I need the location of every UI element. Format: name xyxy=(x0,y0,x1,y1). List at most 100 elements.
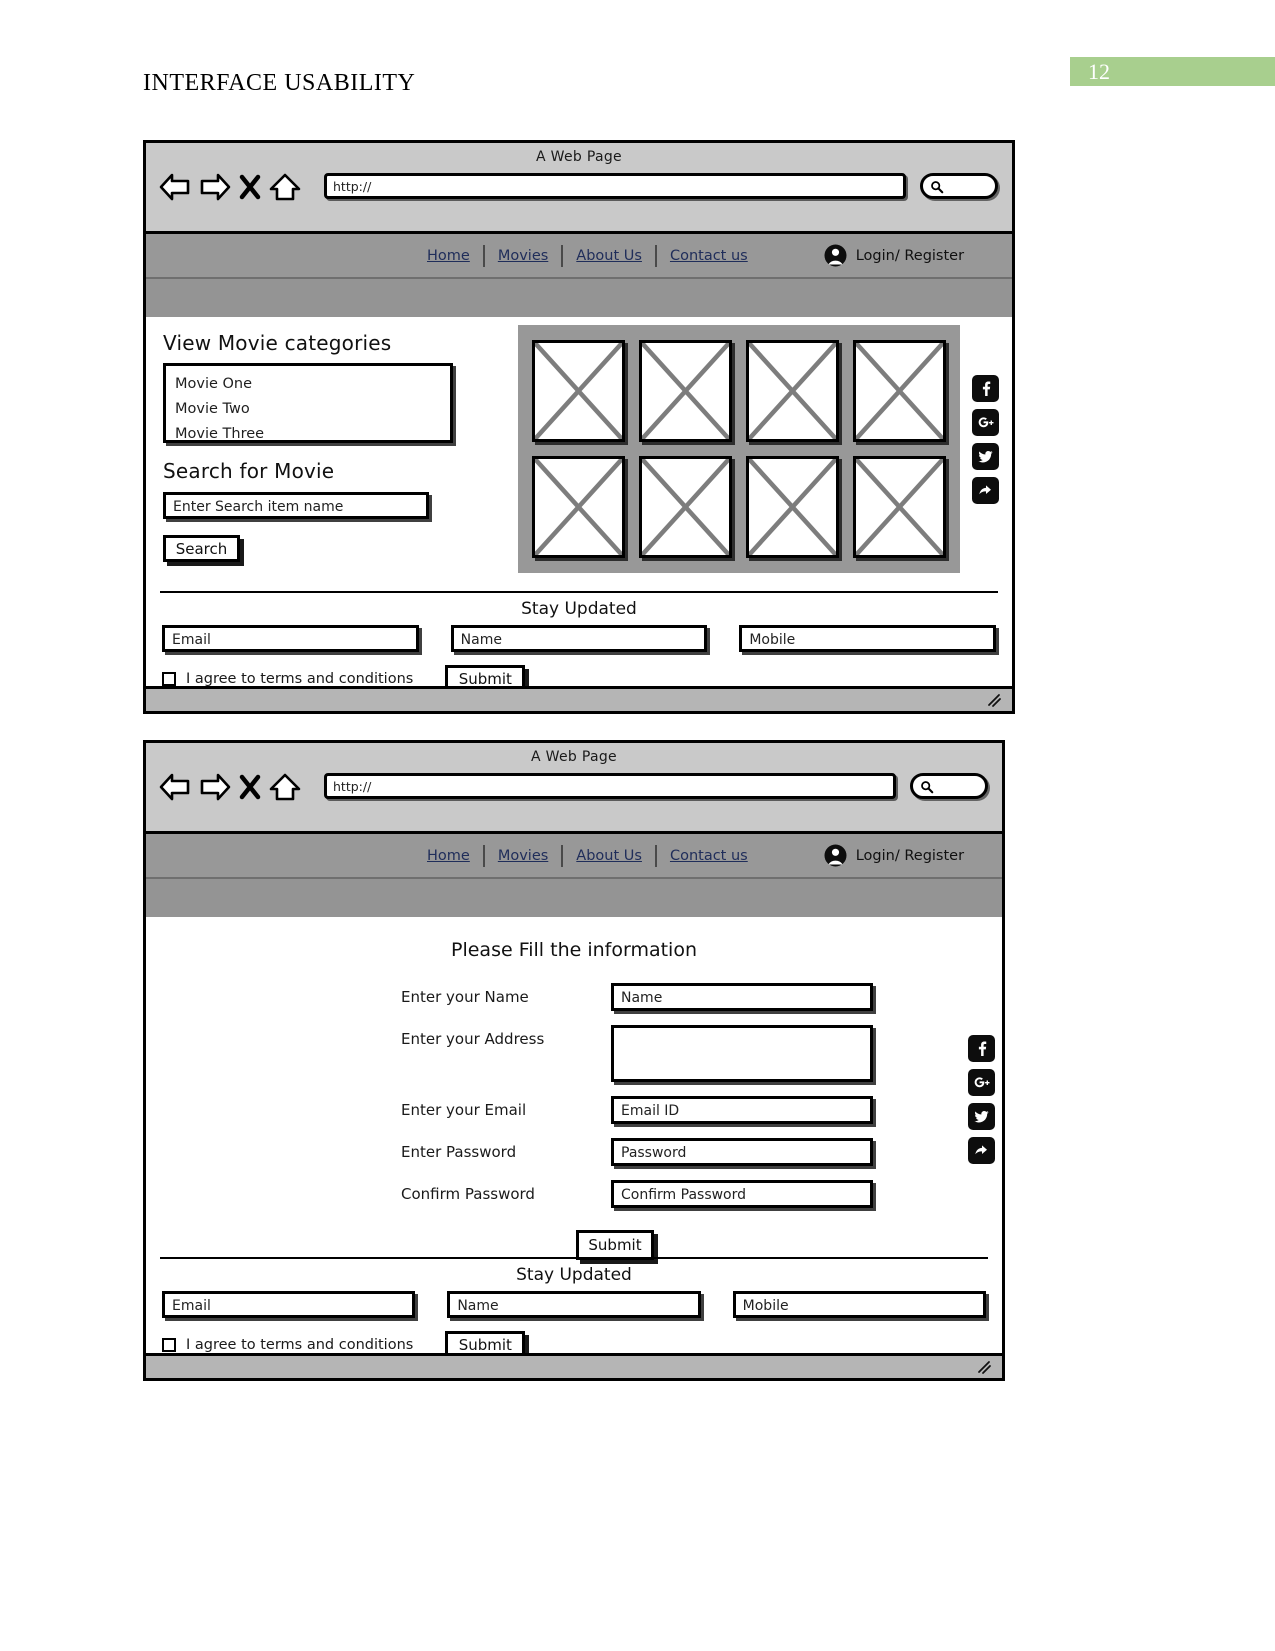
form-row-email: Enter your Email Email ID xyxy=(401,1096,1002,1124)
wireframe-browser-window-signup: A Web Page http:// Home Movies About Us … xyxy=(143,740,1005,1381)
confirm-password-label: Confirm Password xyxy=(401,1185,535,1203)
nav-links: Home Movies About Us Contact us xyxy=(414,244,761,267)
image-placeholder-icon[interactable] xyxy=(639,340,732,442)
page-number-badge: 12 xyxy=(1070,57,1275,86)
stay-updated-title: Stay Updated xyxy=(521,599,637,619)
facebook-icon[interactable] xyxy=(968,1035,995,1062)
browser-controls xyxy=(158,171,302,203)
user-avatar-icon xyxy=(823,843,848,868)
stay-updated-title: Stay Updated xyxy=(516,1265,632,1285)
close-x-icon[interactable] xyxy=(238,771,262,803)
browser-controls xyxy=(158,771,302,803)
forward-arrow-icon[interactable] xyxy=(198,171,232,203)
movie-image-grid xyxy=(518,325,960,573)
url-input[interactable]: http:// xyxy=(324,773,896,799)
terms-checkbox[interactable] xyxy=(162,671,176,686)
form-row-name: Enter your Name Name xyxy=(401,983,1002,1011)
newsletter-mobile-input[interactable]: Mobile xyxy=(739,625,997,652)
resize-grip-icon[interactable] xyxy=(986,692,1002,708)
newsletter-email-input[interactable]: Email xyxy=(162,625,419,652)
newsletter-name-input[interactable]: Name xyxy=(450,625,708,652)
newsletter-mobile-input[interactable]: Mobile xyxy=(732,1291,986,1318)
browser-status-bar xyxy=(146,686,1012,711)
social-links-rail xyxy=(968,1035,995,1164)
page-number: 12 xyxy=(1088,59,1110,84)
newsletter-email-input[interactable]: Email xyxy=(162,1291,416,1318)
register-submit-button[interactable]: Submit xyxy=(576,1230,654,1260)
home-icon[interactable] xyxy=(268,771,302,803)
browser-search-button[interactable] xyxy=(910,773,988,799)
share-icon[interactable] xyxy=(972,477,999,504)
browser-search-button[interactable] xyxy=(920,173,998,199)
search-input[interactable]: Enter Search item name xyxy=(163,492,429,519)
magnifier-icon xyxy=(920,779,934,794)
confirm-password-field[interactable]: Confirm Password xyxy=(611,1180,873,1208)
back-arrow-icon[interactable] xyxy=(158,171,192,203)
registration-form: Enter your Name Name Enter your Address … xyxy=(401,983,1002,1208)
forward-arrow-icon[interactable] xyxy=(198,771,232,803)
share-icon[interactable] xyxy=(968,1137,995,1164)
browser-status-bar xyxy=(146,1353,1002,1378)
back-arrow-icon[interactable] xyxy=(158,771,192,803)
home-icon[interactable] xyxy=(268,171,302,203)
stay-updated-fields: Email Name Mobile xyxy=(146,1287,1002,1318)
image-placeholder-icon[interactable] xyxy=(746,340,839,442)
close-x-icon[interactable] xyxy=(238,171,262,203)
hero-band xyxy=(146,279,1012,317)
google-plus-icon[interactable] xyxy=(968,1069,995,1096)
twitter-icon[interactable] xyxy=(972,443,999,470)
address-field[interactable] xyxy=(611,1025,873,1082)
search-heading: Search for Movie xyxy=(163,459,335,483)
login-register-button[interactable]: Login/ Register xyxy=(823,243,964,268)
name-field[interactable]: Name xyxy=(611,983,873,1011)
terms-label: I agree to terms and conditions xyxy=(186,670,414,687)
sidebar-item-movies[interactable]: Movies xyxy=(485,248,561,264)
home-page-body: View Movie categories Movie One Movie Tw… xyxy=(146,317,1012,591)
list-item[interactable]: Movie Two xyxy=(175,397,450,422)
magnifier-icon xyxy=(930,179,944,194)
sidebar-item-about-us[interactable]: About Us xyxy=(563,248,655,264)
site-navigation-bar: Home Movies About Us Contact us Login/ R… xyxy=(146,834,1002,879)
sidebar-item-about-us[interactable]: About Us xyxy=(563,848,655,864)
image-placeholder-icon[interactable] xyxy=(853,456,946,558)
movie-category-list[interactable]: Movie One Movie Two Movie Three xyxy=(163,363,453,443)
categories-heading: View Movie categories xyxy=(163,331,392,355)
image-placeholder-icon[interactable] xyxy=(639,456,732,558)
password-field[interactable]: Password xyxy=(611,1138,873,1166)
hero-band xyxy=(146,879,1002,917)
sidebar-item-home[interactable]: Home xyxy=(414,848,483,864)
twitter-icon[interactable] xyxy=(968,1103,995,1130)
stay-updated-fields: Email Name Mobile xyxy=(146,621,1012,652)
terms-checkbox[interactable] xyxy=(162,1337,176,1352)
sidebar-item-contact-us[interactable]: Contact us xyxy=(657,848,761,864)
url-input[interactable]: http:// xyxy=(324,173,906,199)
browser-window-title: A Web Page xyxy=(531,749,617,765)
sidebar-item-contact-us[interactable]: Contact us xyxy=(657,248,761,264)
login-register-label: Login/ Register xyxy=(855,247,965,264)
sidebar-item-movies[interactable]: Movies xyxy=(485,848,561,864)
password-label: Enter Password xyxy=(401,1143,517,1161)
newsletter-name-input[interactable]: Name xyxy=(447,1291,701,1318)
user-avatar-icon xyxy=(823,243,848,268)
image-placeholder-icon[interactable] xyxy=(532,340,625,442)
browser-window-title: A Web Page xyxy=(536,149,622,165)
search-button[interactable]: Search xyxy=(163,535,240,562)
login-register-button[interactable]: Login/ Register xyxy=(823,843,964,868)
list-item[interactable]: Movie Three xyxy=(175,422,450,447)
login-register-label: Login/ Register xyxy=(855,847,965,864)
terms-label: I agree to terms and conditions xyxy=(186,1336,414,1353)
browser-chrome: A Web Page http:// xyxy=(146,743,1002,834)
social-links-rail xyxy=(972,375,999,504)
list-item[interactable]: Movie One xyxy=(175,372,450,397)
image-placeholder-icon[interactable] xyxy=(746,456,839,558)
image-placeholder-icon[interactable] xyxy=(853,340,946,442)
email-field[interactable]: Email ID xyxy=(611,1096,873,1124)
form-submit-wrap: Submit xyxy=(576,1230,1002,1260)
sidebar-item-home[interactable]: Home xyxy=(414,248,483,264)
google-plus-icon[interactable] xyxy=(972,409,999,436)
wireframe-browser-window-home: A Web Page http:// Home Movies About Us … xyxy=(143,140,1015,714)
form-row-password: Enter Password Password xyxy=(401,1138,1002,1166)
resize-grip-icon[interactable] xyxy=(976,1359,992,1375)
facebook-icon[interactable] xyxy=(972,375,999,402)
image-placeholder-icon[interactable] xyxy=(532,456,625,558)
